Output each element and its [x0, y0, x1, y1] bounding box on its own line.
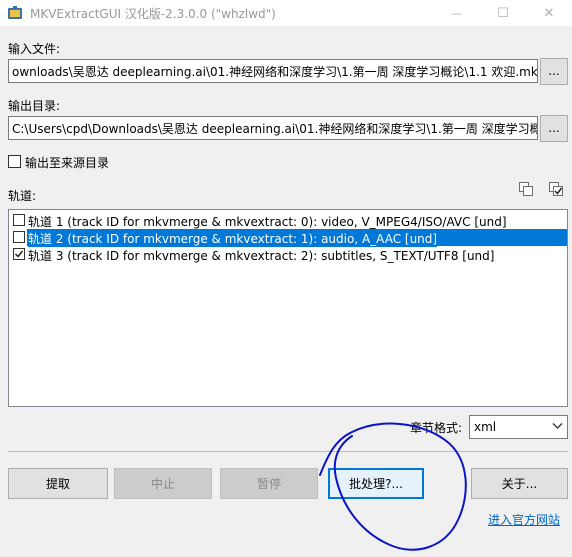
title-bar: MKVExtractGUI 汉化版-2.3.0.0 ("whzlwd") — ☐… — [0, 0, 572, 26]
maximize-button[interactable]: ☐ — [480, 0, 526, 26]
app-icon — [8, 6, 22, 19]
chapter-format-select[interactable]: xml — [469, 415, 568, 439]
abort-label: 中止 — [150, 477, 175, 491]
extract-button[interactable]: 提取 — [8, 468, 108, 499]
track-row[interactable]: 轨道 1 (track ID for mkvmerge & mkvextract… — [10, 212, 566, 229]
extract-label: 提取 — [45, 477, 70, 491]
track-checkbox[interactable] — [13, 248, 25, 260]
track-row-selected[interactable]: 轨道 2 (track ID for mkvmerge & mkvextract… — [10, 229, 567, 247]
copy-icon[interactable] — [518, 181, 534, 197]
track-checkbox[interactable] — [13, 231, 25, 243]
track-row[interactable]: 轨道 3 (track ID for mkvmerge & mkvextract… — [10, 246, 566, 263]
batch-button[interactable]: 批处理?... — [328, 468, 424, 499]
output-dir-browse-label: ... — [548, 121, 560, 135]
close-button[interactable]: ✕ — [526, 0, 572, 26]
output-dir-value: C:\Users\cpd\Downloads\吴恩达 deeplearning.… — [12, 122, 538, 136]
pause-button[interactable]: 暂停 — [220, 468, 318, 499]
close-icon: ✕ — [543, 5, 555, 21]
about-button[interactable]: 关于... — [471, 468, 568, 499]
minimize-icon: — — [451, 6, 463, 20]
output-dir-label: 输出目录: — [8, 99, 61, 113]
official-site-link[interactable]: 进入官方网站 — [488, 511, 560, 528]
window-title: MKVExtractGUI 汉化版-2.3.0.0 ("whzlwd") — [30, 7, 276, 21]
chapter-format-label: 章节格式: — [410, 421, 463, 435]
input-file-browse-button[interactable]: ... — [540, 58, 568, 85]
output-to-source-label: 输出至来源目录 — [25, 156, 110, 170]
select-all-icon[interactable] — [548, 181, 564, 197]
tracks-label: 轨道: — [8, 189, 37, 203]
output-dir-browse-button[interactable]: ... — [540, 115, 568, 142]
tracks-list[interactable]: 轨道 1 (track ID for mkvmerge & mkvextract… — [8, 209, 568, 407]
track-label: 轨道 3 (track ID for mkvmerge & mkvextract… — [28, 249, 495, 263]
pause-label: 暂停 — [256, 477, 281, 491]
output-dir-field[interactable]: C:\Users\cpd\Downloads\吴恩达 deeplearning.… — [8, 116, 538, 140]
abort-button[interactable]: 中止 — [114, 468, 212, 499]
input-file-label: 输入文件: — [8, 42, 61, 56]
chapter-format-value: xml — [474, 420, 497, 434]
input-file-value: ownloads\吴恩达 deeplearning.ai\01.神经网络和深度学… — [12, 65, 538, 79]
track-label: 轨道 1 (track ID for mkvmerge & mkvextract… — [28, 215, 507, 229]
chevron-down-icon — [552, 423, 563, 429]
track-checkbox[interactable] — [13, 214, 25, 226]
input-file-browse-label: ... — [548, 64, 560, 78]
checkmark-icon — [14, 250, 24, 258]
separator — [8, 451, 568, 452]
about-label: 关于... — [501, 477, 538, 491]
track-label: 轨道 2 (track ID for mkvmerge & mkvextract… — [28, 230, 438, 247]
output-to-source-checkbox[interactable] — [8, 155, 21, 168]
batch-label: 批处理?... — [349, 477, 403, 491]
maximize-icon: ☐ — [497, 5, 509, 21]
input-file-field[interactable]: ownloads\吴恩达 deeplearning.ai\01.神经网络和深度学… — [8, 59, 538, 83]
minimize-button[interactable]: — — [434, 0, 480, 26]
